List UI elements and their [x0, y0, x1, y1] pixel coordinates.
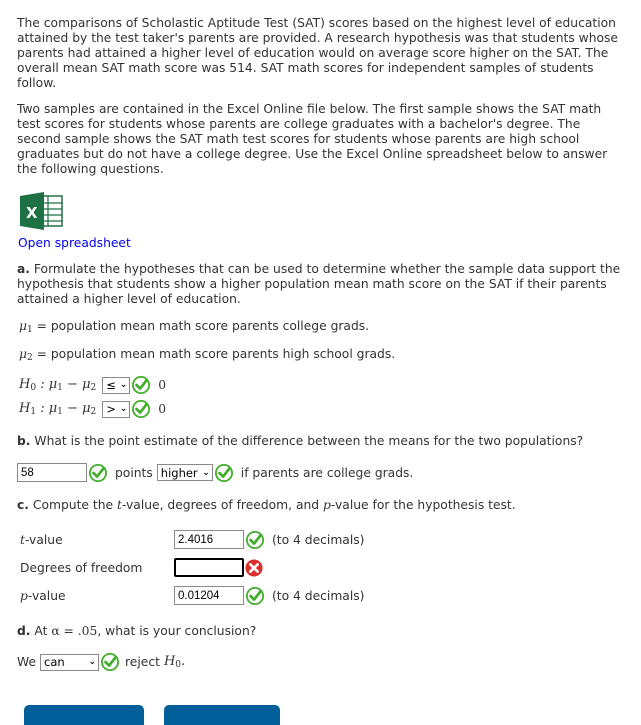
- check-icon: [246, 531, 264, 549]
- h0-label: H0 : μ1 − μ2: [19, 377, 97, 393]
- df-label: Degrees of freedom: [20, 560, 143, 575]
- h1-value: 0: [158, 402, 167, 416]
- part-d-label: d.: [17, 624, 31, 638]
- check-icon: [89, 464, 107, 482]
- h0-row: H0 : μ1 − μ2 ≤ ⌄ 0: [19, 376, 166, 394]
- h0-operator-select[interactable]: ≤ ⌄: [102, 376, 131, 394]
- intro-paragraph-1: The comparisons of Scholastic Aptitude T…: [17, 16, 618, 90]
- check-icon: [215, 464, 233, 482]
- intro-paragraph-2: Two samples are contained in the Excel O…: [17, 102, 608, 176]
- t-value-label: t-value: [20, 532, 63, 547]
- df-row: Degrees of freedom: [20, 558, 263, 577]
- p-value-input[interactable]: [174, 586, 244, 605]
- chevron-down-icon: ⌄: [119, 404, 128, 414]
- check-icon: [101, 653, 119, 671]
- part-b-answer-row: points higher⌄ if parents are college gr…: [17, 463, 413, 482]
- chevron-down-icon: ⌄: [119, 380, 128, 390]
- part-a-text: Formulate the hypotheses that can be use…: [17, 262, 621, 306]
- t-value-note: (to 4 decimals): [272, 532, 365, 547]
- h0-symbol: H0.: [163, 654, 186, 670]
- part-b-question: b. What is the point estimate of the dif…: [17, 434, 584, 448]
- direction-select[interactable]: higher ⌄: [156, 464, 213, 481]
- h1-operator-select[interactable]: > ⌄: [102, 400, 131, 418]
- points-label: points: [115, 465, 153, 480]
- open-spreadsheet-link[interactable]: Open spreadsheet: [18, 236, 131, 250]
- part-c-question: c. Compute the t-value, degrees of freed…: [17, 498, 516, 512]
- svg-text:X: X: [26, 204, 38, 222]
- action-button-1[interactable]: [24, 705, 144, 725]
- part-a-label: a.: [17, 262, 30, 276]
- p-value-label: p-value: [20, 588, 66, 603]
- p-value-note: (to 4 decimals): [272, 588, 365, 603]
- reject-label: reject: [125, 655, 160, 669]
- p-value-row: p-value (to 4 decimals): [20, 586, 364, 605]
- mu2-definition: μ2 = population mean math score parents …: [19, 347, 396, 363]
- chevron-down-icon: ⌄: [88, 657, 97, 667]
- part-d-question: d. At α = .05, what is your conclusion?: [17, 624, 257, 638]
- degrees-of-freedom-input[interactable]: [174, 558, 244, 577]
- t-value-row: t-value (to 4 decimals): [20, 530, 364, 549]
- h1-row: H1 : μ1 − μ2 > ⌄ 0: [19, 400, 166, 418]
- part-c-label: c.: [17, 498, 29, 512]
- conclusion-select[interactable]: can ⌄: [40, 653, 100, 671]
- part-b-suffix: if parents are college grads.: [240, 465, 414, 480]
- mu1-definition: μ1 = population mean math score parents …: [19, 319, 370, 335]
- check-icon: [132, 376, 150, 394]
- part-d-answer-row: We can ⌄ reject H0.: [17, 653, 185, 671]
- h1-label: H1 : μ1 − μ2: [19, 401, 97, 417]
- excel-icon[interactable]: X: [18, 192, 64, 230]
- part-a-question: a. Formulate the hypotheses that can be …: [17, 262, 625, 307]
- check-icon: [132, 400, 150, 418]
- chevron-down-icon: ⌄: [202, 467, 210, 478]
- we-label: We: [17, 655, 37, 669]
- point-estimate-input[interactable]: [17, 463, 87, 482]
- error-x-icon: [245, 559, 263, 577]
- h0-value: 0: [158, 378, 167, 392]
- action-button-2[interactable]: [164, 705, 280, 725]
- part-b-label: b.: [17, 434, 31, 448]
- t-value-input[interactable]: [174, 530, 244, 549]
- check-icon: [246, 587, 264, 605]
